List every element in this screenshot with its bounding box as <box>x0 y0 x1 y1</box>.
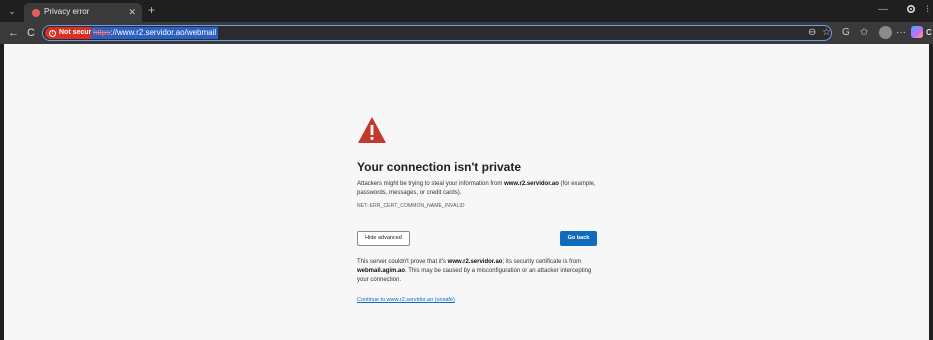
favorite-star-icon[interactable]: ☆ <box>822 26 831 40</box>
error-code: NET::ERR_CERT_COMMON_NAME_INVALID <box>357 203 465 209</box>
error-favicon-icon <box>32 9 40 17</box>
error-description: Attackers might be trying to steal your … <box>357 181 596 196</box>
address-bar[interactable]: ! Not secure https://www.r2.servidor.ao/… <box>42 25 832 41</box>
split-screen-icon[interactable]: G <box>842 26 850 40</box>
copilot-label: C <box>926 28 932 37</box>
minimize-button[interactable]: — <box>878 3 888 17</box>
tab-title: Privacy error <box>44 7 90 16</box>
zoom-icon[interactable]: ⊖ <box>808 26 816 40</box>
advanced-details: This server couldn't prove that it's www… <box>357 259 592 283</box>
url-protocol: https <box>93 28 111 37</box>
warning-triangle-icon <box>358 117 386 143</box>
proceed-unsafe-link[interactable]: Continue to www.r2.servidor.ao (unsafe) <box>357 297 455 303</box>
new-tab-button[interactable]: + <box>148 3 155 17</box>
profile-avatar[interactable] <box>879 26 892 39</box>
go-back-button[interactable]: Go back <box>560 231 597 246</box>
tab-close-icon[interactable]: ✕ <box>128 6 136 18</box>
tab-actions-menu-icon[interactable]: ⌄ <box>4 4 20 18</box>
error-page: Your connection isn't private Attackers … <box>4 44 929 340</box>
not-secure-icon: ! <box>49 29 56 37</box>
settings-gear-icon[interactable] <box>906 4 916 14</box>
url-path: ://www.r2.servidor.ao/webmail <box>110 28 217 37</box>
more-options-icon[interactable]: ··· <box>896 26 906 40</box>
favorites-collections-icon[interactable]: ✩ <box>860 26 868 40</box>
window-edge-icon[interactable]: ⁝ <box>926 3 929 17</box>
refresh-button[interactable]: C <box>27 26 35 40</box>
hide-advanced-button[interactable]: Hide advanced <box>357 231 410 246</box>
back-button[interactable]: ← <box>8 26 19 40</box>
tab-privacy-error[interactable]: Privacy error ✕ <box>24 3 142 22</box>
not-secure-label: Not secure <box>59 29 96 36</box>
copilot-icon[interactable] <box>911 26 923 38</box>
page-title: Your connection isn't private <box>357 160 521 174</box>
url-text[interactable]: https://www.r2.servidor.ao/webmail <box>91 27 219 39</box>
browser-toolbar: ← C ! Not secure https://www.r2.servidor… <box>0 22 933 44</box>
tab-strip: ⌄ Privacy error ✕ + — ⁝ <box>0 0 933 22</box>
